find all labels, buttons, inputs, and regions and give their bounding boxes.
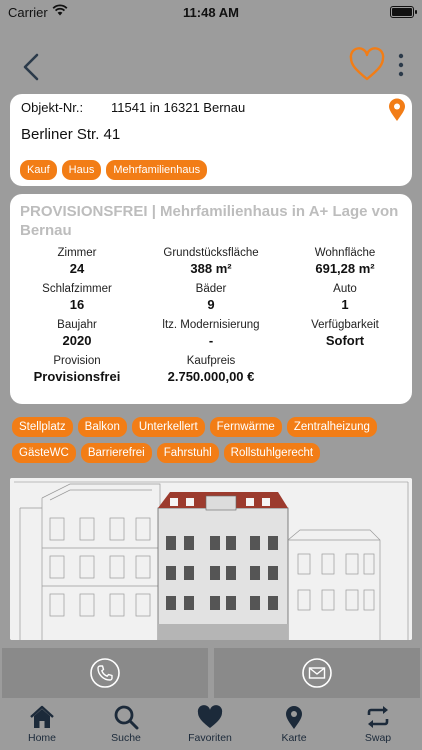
fact-label: Schlafzimmer	[42, 283, 112, 295]
fact-value: 2020	[62, 333, 92, 348]
type-tags: Kauf Haus Mehrfamilienhaus	[20, 160, 208, 180]
feature-tag: GästeWC	[12, 443, 76, 463]
object-number-label: Objekt-Nr.:	[21, 100, 84, 115]
fact-auto: Auto 1	[278, 283, 412, 312]
fact-value: 24	[69, 261, 85, 276]
contact-actions	[0, 648, 422, 700]
tag-haus: Haus	[61, 160, 102, 180]
fact-wohnflaeche: Wohnfläche 691,28 m²	[278, 247, 412, 276]
fact-value: 9	[207, 297, 215, 312]
fact-label: Kaufpreis	[186, 355, 236, 367]
fact-label: Baujahr	[57, 319, 97, 331]
tag-mehrfamilienhaus: Mehrfamilienhaus	[106, 160, 208, 180]
fact-zimmer: Zimmer 24	[10, 247, 144, 276]
fact-value: 2.750.000,00 €	[167, 369, 255, 384]
fact-baeder: Bäder 9	[144, 283, 278, 312]
fact-value: 16	[69, 297, 85, 312]
tab-label: Suche	[111, 732, 141, 744]
address: Berliner Str. 41	[21, 126, 121, 143]
feature-tag: Fernwärme	[209, 417, 282, 437]
call-button[interactable]	[2, 648, 208, 698]
location-pin-button[interactable]	[388, 98, 406, 127]
building-facade-drawing	[10, 478, 412, 640]
fact-grundstuecksflaeche: Grundstücksfläche 388 m²	[144, 247, 278, 276]
fact-value: Provisionsfrei	[33, 369, 121, 384]
mail-icon	[302, 658, 332, 688]
object-number-row: Objekt-Nr.: 11541 in 16321 Bernau	[21, 100, 245, 115]
swap-icon	[367, 706, 389, 728]
tag-kauf: Kauf	[20, 160, 57, 180]
favorite-button[interactable]	[348, 46, 386, 84]
battery-icon	[390, 6, 417, 18]
fact-value: 388 m²	[190, 261, 232, 276]
fact-label: ltz. Modernisierung	[162, 319, 260, 331]
home-icon	[30, 705, 54, 728]
fact-value: 691,28 m²	[315, 261, 375, 276]
object-info-card: Objekt-Nr.: 11541 in 16321 Bernau Berline…	[10, 94, 412, 186]
status-bar: Carrier 11:48 AM	[0, 0, 422, 26]
tab-home[interactable]: Home	[0, 704, 84, 744]
tab-swap[interactable]: Swap	[336, 704, 420, 744]
map-pin-icon	[286, 706, 302, 729]
object-number-value: 11541 in 16321 Bernau	[111, 100, 246, 115]
heart-icon	[197, 705, 223, 728]
listing-title: PROVISIONSFREI | Mehrfamilienhaus in A+ …	[20, 203, 399, 239]
tab-label: Swap	[364, 732, 392, 744]
tab-label: Favoriten	[188, 732, 232, 744]
fact-provision: Provision Provisionsfrei	[10, 355, 144, 384]
fact-label: Provision	[53, 355, 101, 367]
property-image[interactable]	[10, 478, 412, 640]
feature-tags: Stellplatz Balkon Unterkellert Fernwärme…	[12, 417, 414, 463]
back-button[interactable]	[16, 50, 46, 84]
phone-icon	[90, 658, 120, 688]
clock: 11:48 AM	[183, 5, 239, 20]
tab-bar: Home Suche Favoriten Karte Swap	[0, 702, 422, 750]
heart-outline-icon	[349, 47, 385, 81]
fact-verfuegbarkeit: Verfügbarkeit Sofort	[278, 319, 412, 348]
more-options-button[interactable]	[393, 50, 409, 80]
feature-tag: Fahrstuhl	[156, 443, 219, 463]
fact-label: Verfügbarkeit	[311, 319, 379, 331]
more-vertical-icon	[398, 53, 404, 77]
fact-schlafzimmer: Schlafzimmer 16	[10, 283, 144, 312]
nav-bar	[0, 40, 422, 92]
fact-value: 1	[341, 297, 349, 312]
feature-tag: Balkon	[77, 417, 127, 437]
fact-label: Grundstücksfläche	[163, 247, 259, 259]
tab-label: Karte	[281, 732, 307, 744]
chevron-left-icon	[23, 53, 39, 81]
feature-tag: Stellplatz	[12, 417, 73, 437]
details-card: PROVISIONSFREI | Mehrfamilienhaus in A+ …	[10, 194, 412, 404]
search-icon	[114, 705, 139, 730]
fact-kaufpreis: Kaufpreis 2.750.000,00 €	[144, 355, 278, 384]
fact-label: Zimmer	[57, 247, 97, 259]
fact-label: Auto	[333, 283, 357, 295]
feature-tag: Rollstuhlgerecht	[223, 443, 321, 463]
feature-tag: Zentralheizung	[286, 417, 377, 437]
fact-value: -	[208, 333, 214, 348]
map-pin-icon	[389, 98, 405, 121]
tab-karte[interactable]: Karte	[252, 704, 336, 744]
feature-tag: Unterkellert	[131, 417, 205, 437]
fact-label: Wohnfläche	[314, 247, 376, 259]
fact-modernisierung: ltz. Modernisierung -	[144, 319, 278, 348]
tab-favoriten[interactable]: Favoriten	[168, 704, 252, 744]
tab-label: Home	[27, 732, 56, 744]
fact-label: Bäder	[195, 283, 227, 295]
fact-baujahr: Baujahr 2020	[10, 319, 144, 348]
tab-suche[interactable]: Suche	[84, 704, 168, 744]
email-button[interactable]	[214, 648, 420, 698]
fact-value: Sofort	[325, 333, 365, 348]
feature-tag: Barrierefrei	[80, 443, 152, 463]
